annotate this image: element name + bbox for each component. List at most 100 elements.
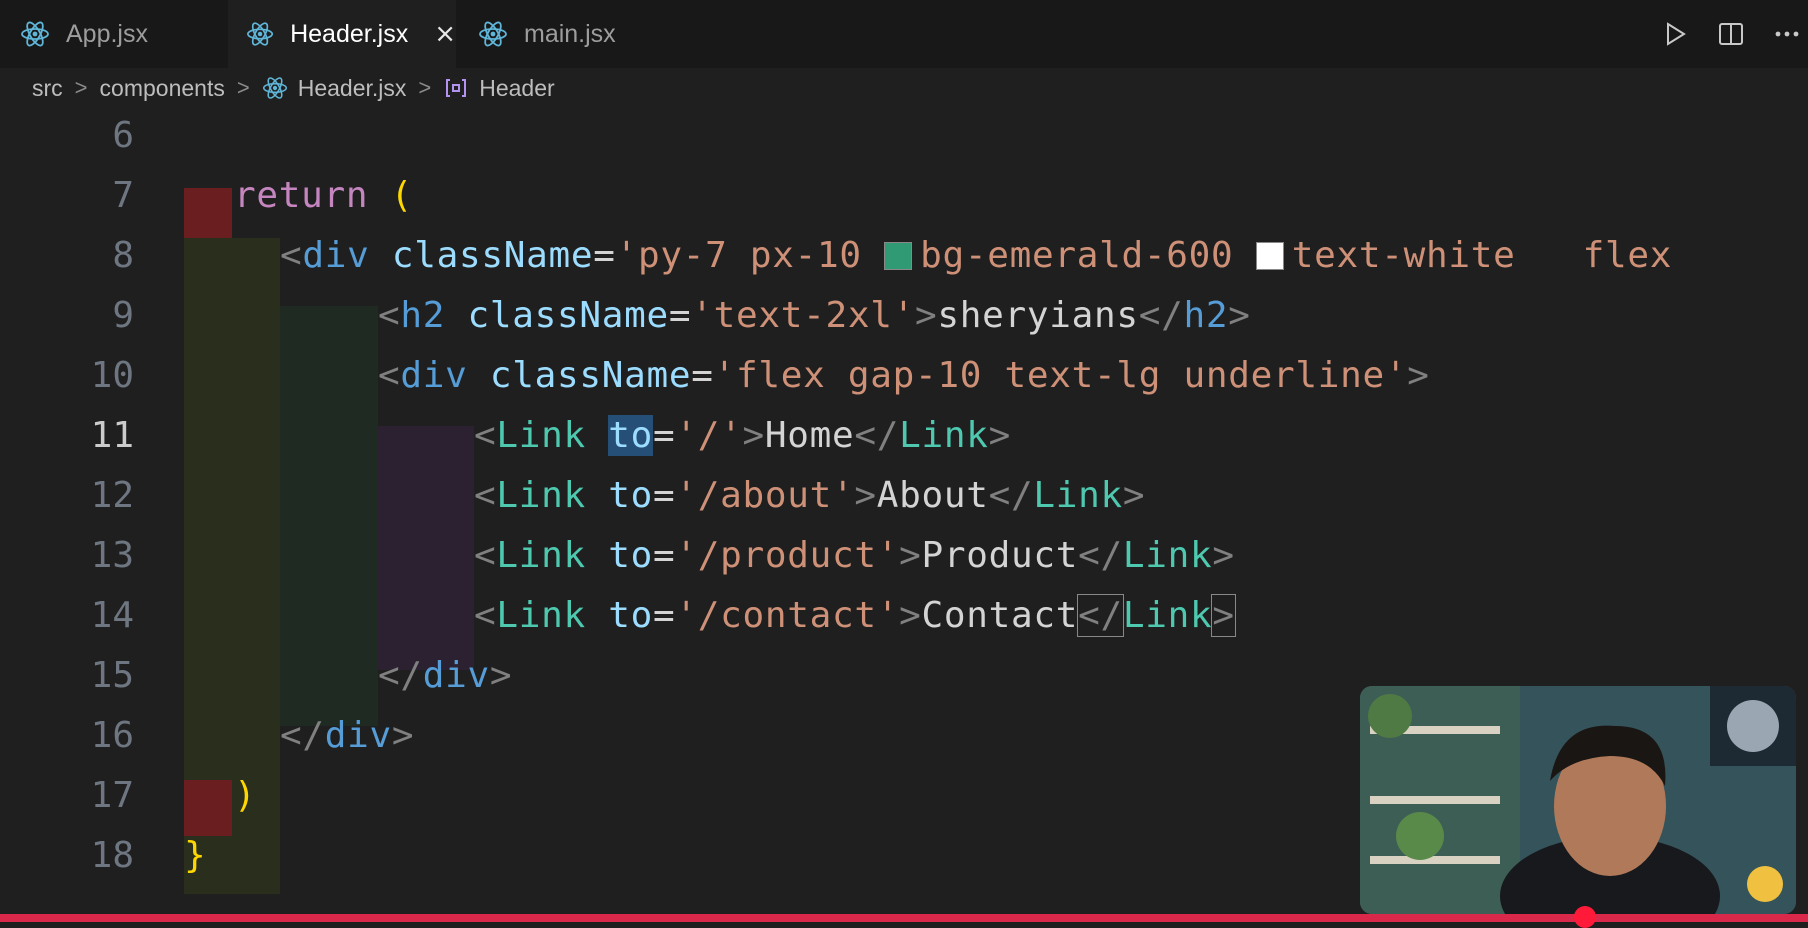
tag-bracket: < xyxy=(474,475,497,516)
chevron-right-icon: > xyxy=(236,75,250,100)
tag-bracket: < xyxy=(378,295,401,336)
attr-name: className xyxy=(489,355,692,396)
tag-name: div xyxy=(400,355,468,396)
keyword-return: return xyxy=(234,175,369,216)
tab-header-jsx[interactable]: Header.jsx × xyxy=(228,0,456,68)
tag-bracket: < xyxy=(474,595,497,636)
color-swatch-emerald[interactable] xyxy=(884,242,913,270)
tag-bracket: > xyxy=(1211,594,1236,637)
tab-main-jsx[interactable]: main.jsx xyxy=(460,0,684,68)
jsx-text: Home xyxy=(764,415,855,456)
react-icon xyxy=(479,21,507,47)
attr-name: className xyxy=(391,235,594,276)
code-line-7: return ( xyxy=(234,166,413,226)
equals: = xyxy=(593,235,616,276)
attr-name: className xyxy=(467,295,669,336)
paren-close: ) xyxy=(234,775,257,816)
webcam-overlay xyxy=(1360,686,1796,914)
tag-bracket: </ xyxy=(378,655,423,696)
component-name: Link xyxy=(496,475,586,516)
tab-label: App.jsx xyxy=(66,19,148,48)
string-value: '/product' xyxy=(675,535,900,576)
breadcrumb-file[interactable]: Header.jsx xyxy=(298,75,407,102)
tag-bracket: </ xyxy=(1077,594,1124,637)
line-number: 9 xyxy=(112,295,134,336)
line-number: 15 xyxy=(90,655,134,696)
tag-name: div xyxy=(324,715,392,756)
attr-name: to xyxy=(608,595,653,636)
symbol-icon xyxy=(446,79,467,97)
equals: = xyxy=(653,415,676,456)
video-progress-knob[interactable] xyxy=(1574,906,1596,928)
line-number: 17 xyxy=(90,775,134,816)
indent-guide-shade xyxy=(280,306,378,726)
attr-name: to xyxy=(608,535,653,576)
tag-name: h2 xyxy=(400,295,446,336)
tag-bracket: </ xyxy=(854,415,900,456)
tab-app-jsx[interactable]: App.jsx xyxy=(0,0,226,68)
component-name: Link xyxy=(496,535,586,576)
react-icon xyxy=(247,22,274,46)
tag-bracket: > xyxy=(988,415,1011,456)
line-number: 18 xyxy=(90,835,134,876)
code-line-14: <Link to='/contact'>Contact</Link> xyxy=(474,586,1236,646)
attr-name: to xyxy=(608,415,653,456)
close-icon[interactable]: × xyxy=(434,19,456,49)
tag-bracket: > xyxy=(899,535,922,576)
line-number-current: 11 xyxy=(90,415,134,456)
editor-actions xyxy=(1660,0,1808,68)
indent-guide-shade xyxy=(184,188,232,238)
equals: = xyxy=(653,535,676,576)
react-icon xyxy=(21,21,49,47)
breadcrumb-src[interactable]: src xyxy=(32,75,63,102)
component-name: Link xyxy=(1122,535,1213,576)
line-number: 13 xyxy=(90,535,134,576)
string-value: '/' xyxy=(675,415,743,456)
tag-name: div xyxy=(302,235,370,276)
more-icon[interactable] xyxy=(1772,19,1802,49)
breadcrumb-symbol[interactable]: Header xyxy=(479,75,554,102)
code-line-17: ) xyxy=(234,766,256,826)
tag-bracket: </ xyxy=(280,715,325,756)
code-line-12: <Link to='/about'>About</Link> xyxy=(474,466,1145,526)
string-value: '/about' xyxy=(675,475,855,516)
run-icon[interactable] xyxy=(1660,19,1690,49)
equals: = xyxy=(653,475,676,516)
component-name: Link xyxy=(496,595,586,636)
tag-bracket: > xyxy=(742,415,765,456)
tag-bracket: > xyxy=(1122,475,1146,516)
breadcrumb: src > components > Header.jsx > Header xyxy=(0,68,1808,108)
tag-name: h2 xyxy=(1183,295,1229,336)
brace-close: } xyxy=(184,835,207,876)
tag-bracket: < xyxy=(280,235,303,276)
jsx-text: About xyxy=(876,475,989,516)
tag-bracket: > xyxy=(1228,295,1251,336)
indent-guide-shade xyxy=(378,426,474,670)
tag-name: div xyxy=(422,655,490,696)
paren-open: ( xyxy=(390,175,413,216)
color-swatch-white[interactable] xyxy=(1255,242,1284,270)
tag-bracket: </ xyxy=(1138,295,1184,336)
equals: = xyxy=(653,595,676,636)
equals: = xyxy=(691,355,714,396)
line-number: 7 xyxy=(112,175,134,216)
tag-bracket: > xyxy=(915,295,938,336)
tag-bracket: < xyxy=(474,535,497,576)
string-value: '/contact' xyxy=(675,595,900,636)
tag-bracket: < xyxy=(378,355,401,396)
breadcrumb-components[interactable]: components xyxy=(100,75,225,102)
video-progress-bar[interactable] xyxy=(0,914,1808,922)
line-number: 6 xyxy=(112,115,134,156)
tag-bracket: > xyxy=(899,595,922,636)
component-name: Link xyxy=(496,415,586,456)
attr-name: to xyxy=(608,475,653,516)
string-part: bg-emerald-600 xyxy=(920,235,1256,276)
split-editor-icon[interactable] xyxy=(1716,19,1746,49)
line-number: 16 xyxy=(90,715,134,756)
tab-label: main.jsx xyxy=(524,19,616,48)
code-line-13: <Link to='/product'>Product</Link> xyxy=(474,526,1235,586)
tag-bracket: > xyxy=(854,475,877,516)
chevron-right-icon: > xyxy=(418,75,432,100)
tag-bracket: </ xyxy=(1078,535,1123,576)
editor-tab-bar: App.jsx Header.jsx × main.jsx xyxy=(0,0,1808,68)
